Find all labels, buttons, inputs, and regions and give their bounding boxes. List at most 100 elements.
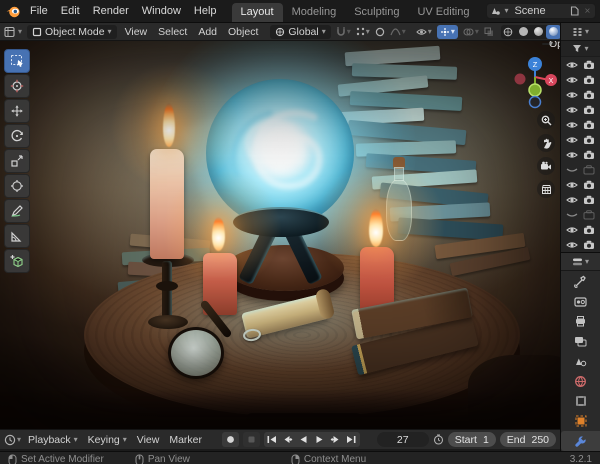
shading-rendered-icon[interactable] [546,25,561,39]
blender-logo[interactable] [5,4,21,19]
menu-render[interactable]: Render [87,3,135,19]
falloff-curve-icon[interactable]: ▾ [390,27,406,36]
tab-scene[interactable] [561,351,600,371]
tool-select-box[interactable] [4,49,30,73]
unlink-icon[interactable]: × [582,6,592,17]
orientation-dropdown[interactable]: Global▾ [270,25,330,39]
outliner-row[interactable] [561,117,600,132]
eye-icon [566,60,578,70]
candle-flame [369,209,383,247]
properties-editor: ▾ [561,252,600,451]
object-type-visibility-icon[interactable]: ▾ [416,27,432,37]
outliner-filter[interactable]: ▾ [561,41,600,57]
outliner-row[interactable] [561,237,600,252]
outliner-row[interactable] [561,147,600,162]
status-right-mouse: Context Menu [291,454,366,464]
tab-object[interactable] [561,391,600,411]
menu-view[interactable]: View [134,434,163,446]
tool-scale[interactable] [4,149,30,173]
menu-file[interactable]: File [24,3,54,19]
stopwatch-icon[interactable] [433,434,444,445]
outliner-row[interactable] [561,162,600,177]
prev-keyframe-button[interactable] [280,432,296,447]
jump-to-end-button[interactable] [344,432,360,447]
camera-view-icon[interactable] [537,157,555,175]
magnifying-glass[interactable] [168,327,224,379]
toggle-projection-icon[interactable] [537,180,555,198]
menu-add[interactable]: Add [195,26,220,38]
tab-render[interactable] [561,291,600,311]
tab-view-layer[interactable] [561,331,600,351]
menu-playback[interactable]: Playback▾ [25,434,81,446]
tool-cursor[interactable] [4,74,30,98]
outliner-row[interactable] [561,87,600,102]
outliner-row[interactable] [561,102,600,117]
outliner-row[interactable] [561,72,600,87]
scene-selector[interactable]: ▾ Scene × [486,3,596,19]
auto-keying-button[interactable] [222,432,239,447]
outliner-row[interactable] [561,222,600,237]
tab-tool[interactable] [561,271,600,291]
shading-material-icon[interactable] [531,25,546,39]
menu-edit[interactable]: Edit [55,3,86,19]
show-overlays-icon[interactable]: ▾ [463,27,479,37]
menu-object[interactable]: Object [225,26,261,38]
editor-timeline-icon[interactable]: ▾ [4,434,21,446]
play-reverse-button[interactable] [296,432,312,447]
tool-rotate[interactable] [4,124,30,148]
menu-keying[interactable]: Keying▾ [85,434,130,446]
show-gizmos-icon[interactable]: ▾ [437,25,458,39]
outliner-header[interactable]: ▾ [561,23,600,41]
toggle-xray-icon[interactable] [484,27,494,37]
outliner-row[interactable] [561,57,600,72]
mode-dropdown[interactable]: Object Mode▾ [27,25,117,39]
editor-3d-viewport-icon[interactable]: ▾ [4,26,22,38]
outliner-row[interactable] [561,207,600,222]
navigation-gizmo[interactable]: Z X [513,55,557,111]
current-frame-field[interactable]: 27 [377,432,429,447]
tab-uv-editing[interactable]: UV Editing [408,3,478,22]
tool-move[interactable] [4,99,30,123]
tab-object-properties[interactable] [561,411,600,431]
frame-end-field[interactable]: End250 [500,432,556,447]
shading-wireframe-icon[interactable] [501,25,516,39]
gizmo-y-axis [529,84,541,96]
tab-modifiers[interactable] [561,431,600,451]
menu-help[interactable]: Help [188,3,223,19]
zoom-icon[interactable] [537,111,555,129]
tool-measure[interactable] [4,224,30,248]
orb-core-glow [246,119,314,179]
keying-set-button[interactable] [243,432,260,447]
jump-to-start-button[interactable] [264,432,280,447]
tab-sculpting[interactable]: Sculpting [345,3,408,22]
chevron-down-icon: ▾ [584,45,588,53]
outliner-row[interactable] [561,192,600,207]
tool-annotate[interactable] [4,199,30,223]
play-button[interactable] [312,432,328,447]
snap-with-icon[interactable]: ▾ [356,27,370,36]
menu-marker[interactable]: Marker [166,434,205,446]
shading-solid-icon[interactable] [516,25,531,39]
tab-layout[interactable]: Layout [232,3,283,22]
magnet-icon[interactable]: ▾ [336,26,351,37]
menu-select[interactable]: Select [155,26,190,38]
tool-add-cube[interactable] [4,249,30,273]
new-scene-icon[interactable] [570,6,579,16]
pan-hand-icon[interactable] [537,134,555,152]
tab-world[interactable] [561,371,600,391]
outliner-row[interactable] [561,177,600,192]
tab-modeling[interactable]: Modeling [283,3,346,22]
proportional-editing-icon[interactable] [375,27,385,37]
menu-view[interactable]: View [122,26,151,38]
frame-start-field[interactable]: Start1 [448,432,496,447]
menu-window[interactable]: Window [136,3,187,19]
gizmo-z-label: Z [533,60,538,69]
tool-transform[interactable] [4,174,30,198]
candle-flame [163,103,175,147]
tab-output[interactable] [561,311,600,331]
next-keyframe-button[interactable] [328,432,344,447]
properties-header[interactable]: ▾ [561,253,600,271]
options-dropdown[interactable]: Options▾ [542,43,556,45]
3d-viewport[interactable]: Z X Options▾ [0,41,560,429]
outliner-row[interactable] [561,132,600,147]
